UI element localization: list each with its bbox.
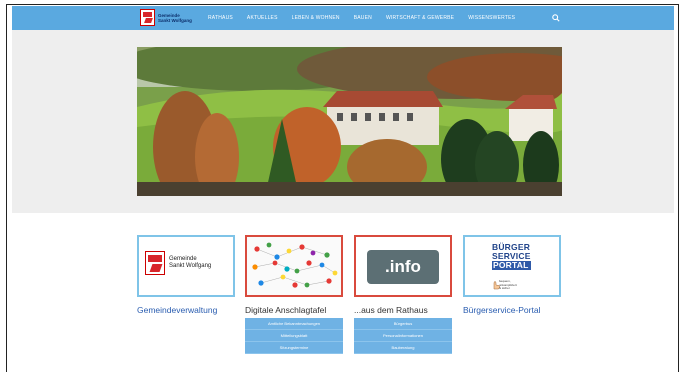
municipality-logo: Gemeinde Sankt Wolfgang	[145, 251, 211, 275]
card-buergerservice-portal[interactable]: BÜRGER SERVICE PORTAL bequem, unkomplizi…	[463, 235, 561, 297]
card-aus-dem-rathaus[interactable]: .info	[354, 235, 452, 297]
submenu-item[interactable]: Mitteilungsblatt	[245, 330, 343, 342]
main-navbar: Gemeinde Sankt Wolfgang RATHAUS AKTUELLE…	[12, 6, 674, 30]
coat-of-arms-icon	[145, 251, 165, 275]
submenu-item[interactable]: Sitzungstermine	[245, 342, 343, 354]
card-title-buergerservice-portal[interactable]: Bürgerservice-Portal	[463, 305, 540, 315]
coat-of-arms-icon	[140, 9, 155, 26]
buergerservice-portal-logo: BÜRGER SERVICE PORTAL bequem, unkomplizi…	[489, 242, 533, 292]
nav-item-wirtschaft-gewerbe[interactable]: WIRTSCHAFT & GEWERBE	[386, 15, 454, 21]
submenu-item[interactable]: Bauberatung	[354, 342, 452, 354]
pinboard-icon	[247, 237, 341, 295]
portal-logo-tagline: bequem, unkompliziert & sicher	[499, 279, 517, 291]
card-title-gemeindeverwaltung[interactable]: Gemeindeverwaltung	[137, 305, 217, 315]
submenu-item[interactable]: Bürgerbus	[354, 318, 452, 330]
portal-tagline-3: & sicher	[499, 286, 510, 290]
nav-item-leben-wohnen[interactable]: LEBEN & WOHNEN	[292, 15, 340, 21]
nav-item-rathaus[interactable]: RATHAUS	[208, 15, 233, 21]
hero-landscape-image	[137, 47, 562, 196]
logo-text: Gemeinde Sankt Wolfgang	[158, 13, 192, 23]
card-title-digitale-anschlagtafel[interactable]: Digitale Anschlagtafel	[245, 305, 326, 315]
info-sign: .info	[367, 250, 439, 284]
submenu-item[interactable]: Amtliche Bekanntmachungen	[245, 318, 343, 330]
submenu-anschlagtafel: Amtliche Bekanntmachungen Mitteilungsbla…	[245, 318, 343, 354]
card-gemeindeverwaltung[interactable]: Gemeinde Sankt Wolfgang	[137, 235, 235, 297]
service-cards: Gemeinde Sankt Wolfgang .info BÜRGER SER…	[137, 235, 567, 365]
logo-line-2: Sankt Wolfgang	[158, 17, 192, 23]
nav-item-wissenswertes[interactable]: WISSENSWERTES	[468, 15, 515, 21]
card-logo-line-1: Gemeinde	[169, 256, 197, 262]
portal-logo-line-3: PORTAL	[492, 261, 531, 270]
nav-item-bauen[interactable]: BAUEN	[354, 15, 372, 21]
nav-item-aktuelles[interactable]: AKTUELLES	[247, 15, 278, 21]
card-digitale-anschlagtafel[interactable]	[245, 235, 343, 297]
card-logo-line-2: Sankt Wolfgang	[169, 263, 212, 269]
card-title-aus-dem-rathaus[interactable]: ...aus dem Rathaus	[354, 305, 428, 315]
submenu-item[interactable]: Personalinformationen	[354, 330, 452, 342]
submenu-rathaus: Bürgerbus Personalinformationen Bauberat…	[354, 318, 452, 354]
search-button[interactable]	[546, 8, 566, 28]
site-logo[interactable]: Gemeinde Sankt Wolfgang	[140, 9, 192, 26]
nav-menu: RATHAUS AKTUELLES LEBEN & WOHNEN BAUEN W…	[208, 6, 529, 30]
search-icon	[552, 14, 560, 22]
hand-pointer-icon	[493, 281, 500, 290]
